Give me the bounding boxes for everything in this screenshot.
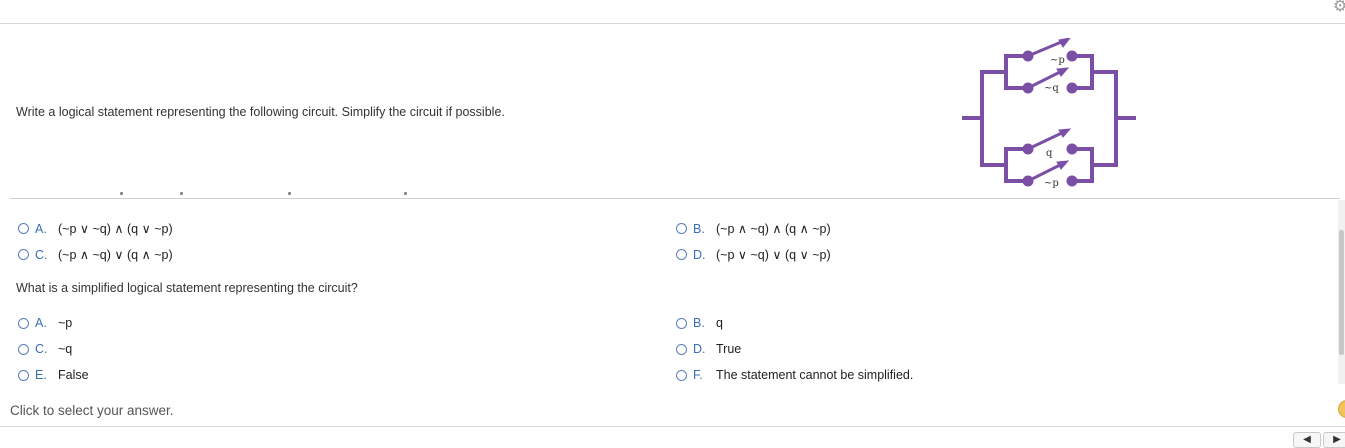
- radio-button[interactable]: [676, 223, 687, 234]
- option-text: False: [58, 368, 89, 382]
- gear-icon[interactable]: ⚙: [1333, 0, 1345, 15]
- option-letter: A.: [35, 316, 47, 330]
- part1-option-c[interactable]: C. (~p ∧ ~q) ∨ (q ∧ ~p): [18, 247, 173, 262]
- option-text: ~p: [58, 316, 73, 330]
- radio-button[interactable]: [676, 343, 687, 355]
- part2-option-f[interactable]: F. The statement cannot be simplified.: [676, 368, 913, 382]
- option-text: The statement cannot be simplified.: [716, 368, 914, 382]
- radio-button[interactable]: [676, 369, 687, 381]
- radio-button[interactable]: [18, 223, 29, 234]
- option-letter: D.: [693, 247, 706, 262]
- option-text: (~p ∨ ~q) ∧ (q ∨ ~p): [58, 222, 173, 236]
- circuit-diagram: ~p ~q q ~p: [962, 38, 1136, 189]
- option-text: (~p ∧ ~q) ∧ (q ∧ ~p): [716, 222, 831, 236]
- scrollbar[interactable]: [1338, 200, 1345, 384]
- section-divider: [10, 198, 1340, 199]
- part1-option-d[interactable]: D. (~p ∨ ~q) ∨ (q ∨ ~p): [676, 247, 831, 262]
- option-letter: B.: [693, 316, 705, 330]
- option-text: q: [716, 316, 723, 330]
- option-letter: C.: [35, 342, 48, 356]
- radio-button[interactable]: [18, 343, 29, 355]
- top-divider: [0, 23, 1345, 24]
- radio-button[interactable]: [676, 317, 687, 329]
- option-text: (~p ∧ ~q) ∨ (q ∧ ~p): [58, 248, 173, 262]
- option-text: True: [716, 342, 742, 356]
- option-letter: D.: [693, 342, 706, 356]
- option-text: (~p ∨ ~q) ∨ (q ∨ ~p): [716, 248, 831, 262]
- switch-label-bottom-2: ~p: [1044, 178, 1059, 189]
- part2-option-d[interactable]: D. True: [676, 342, 741, 356]
- part2-option-b[interactable]: B. q: [676, 316, 723, 330]
- part2-question: What is a simplified logical statement r…: [16, 281, 358, 295]
- option-letter: A.: [35, 221, 47, 236]
- part1-option-a[interactable]: A. (~p ∨ ~q) ∧ (q ∨ ~p): [18, 221, 173, 236]
- part2-option-c[interactable]: C. ~q: [18, 342, 72, 356]
- help-orb-icon[interactable]: [1338, 400, 1345, 418]
- option-text: ~q: [58, 342, 73, 356]
- switch-label-top-2: ~q: [1044, 83, 1059, 94]
- part1-option-b[interactable]: B. (~p ∧ ~q) ∧ (q ∧ ~p): [676, 221, 831, 236]
- part2-option-e[interactable]: E. False: [18, 368, 89, 382]
- option-letter: B.: [693, 221, 705, 236]
- radio-button[interactable]: [18, 249, 29, 260]
- question-text: Write a logical statement representing t…: [16, 105, 505, 119]
- select-answer-hint: Click to select your answer.: [10, 403, 174, 418]
- option-letter: E.: [35, 368, 47, 382]
- scrollbar-thumb[interactable]: [1339, 230, 1344, 355]
- radio-button[interactable]: [18, 317, 29, 329]
- radio-button[interactable]: [18, 369, 29, 381]
- part2-option-a[interactable]: A. ~p: [18, 316, 72, 330]
- bottom-divider: [0, 426, 1345, 427]
- switch-label-top-1: ~p: [1050, 55, 1065, 66]
- radio-button[interactable]: [676, 249, 687, 260]
- option-letter: F.: [693, 368, 703, 382]
- option-letter: C.: [35, 247, 48, 262]
- switch-label-bottom-1: q: [1046, 148, 1053, 159]
